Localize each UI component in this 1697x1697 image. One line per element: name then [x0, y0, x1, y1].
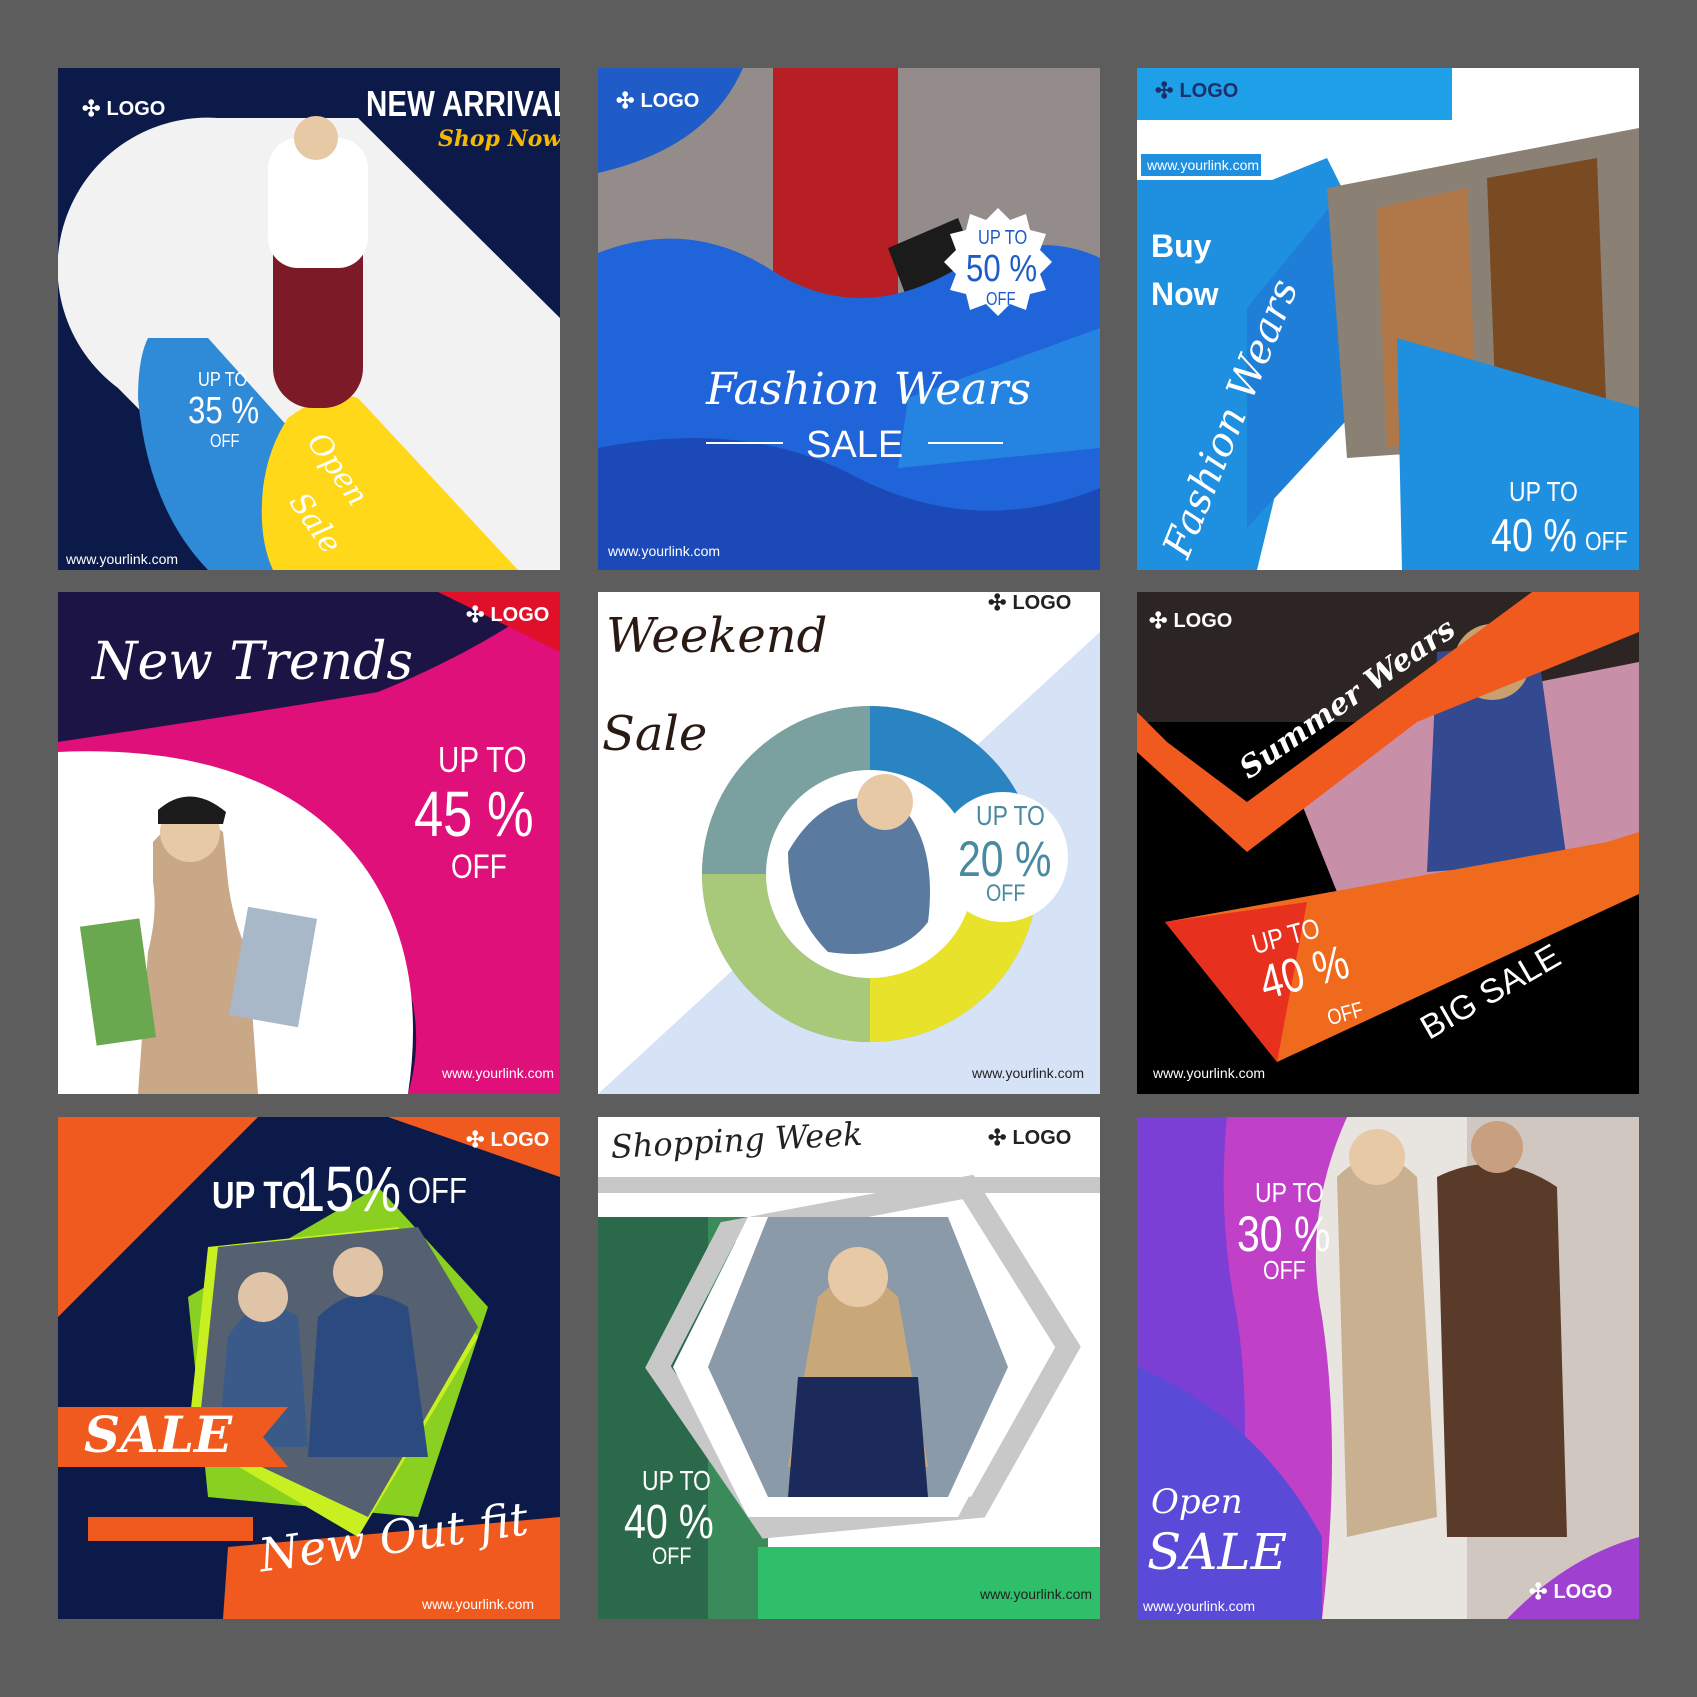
- banner-2-url[interactable]: www.yourlink.com: [608, 544, 720, 558]
- banner-5-url[interactable]: www.yourlink.com: [972, 1066, 1084, 1080]
- banner-2-headline: Fashion Wears: [706, 364, 1032, 415]
- pinwheel-icon: ✣: [616, 88, 635, 113]
- banner-2-badge-post: OFF: [986, 289, 1016, 309]
- pinwheel-icon: ✣: [1529, 1579, 1548, 1604]
- banner-5-headline-sale: Sale: [602, 706, 708, 762]
- banner-7-logo: ✣ LOGO: [466, 1127, 550, 1152]
- banner-3-discount-pre: UP TO: [1509, 476, 1578, 507]
- banner-4-discount-pre: UP TO: [438, 739, 527, 780]
- banner-8-discount-value: 40 %: [624, 1496, 714, 1549]
- banner-9-headline-open: Open: [1151, 1482, 1243, 1522]
- banner-1-discount-pre: UP TO: [198, 369, 248, 391]
- banner-1-headline: NEW ARRIVALS: [366, 83, 560, 124]
- pinwheel-icon: ✣: [988, 1125, 1007, 1150]
- banner-5-logo: ✣ LOGO: [988, 592, 1072, 615]
- banner-4-headline: New Trends: [92, 632, 414, 692]
- banner-3-logo: ✣ LOGO: [1155, 78, 1239, 103]
- banner-9-discount-value: 30 %: [1237, 1206, 1331, 1262]
- banner-5-headline-weekend: Weekend: [606, 608, 828, 664]
- banner-new-trends[interactable]: ✣ LOGO New Trends UP TO 45 % OFF www.you…: [58, 592, 560, 1094]
- pinwheel-icon: ✣: [466, 1127, 485, 1152]
- banner-fashion-wears-sale[interactable]: ✣ LOGO UP TO 50 % OFF Fashion Wears SALE…: [598, 68, 1100, 570]
- banner-1-discount-value: 35 %: [188, 390, 260, 432]
- banner-5-discount-post: OFF: [986, 880, 1026, 907]
- banner-new-arrivals[interactable]: ✣ LOGO NEW ARRIVALS Shop Now UP TO 35 % …: [58, 68, 560, 570]
- banner-7-ribbon: SALE: [84, 1405, 233, 1464]
- banner-7-headline-post: OFF: [408, 1170, 468, 1211]
- banner-9-discount-pre: UP TO: [1255, 1177, 1324, 1208]
- pinwheel-icon: ✣: [1155, 78, 1174, 103]
- banner-2-badge-pre: UP TO: [978, 227, 1028, 249]
- banner-weekend-sale[interactable]: ✣ LOGO Weekend Sale UP TO 20 % OFF www.y…: [598, 592, 1100, 1094]
- banner-4-discount-value: 45 %: [414, 778, 534, 850]
- banner-2-badge-value: 50 %: [966, 248, 1038, 290]
- banner-4-discount-post: OFF: [451, 848, 507, 886]
- banner-template-board: ✣ LOGO NEW ARRIVALS Shop Now UP TO 35 % …: [0, 0, 1697, 1697]
- banner-3-cta-buy: Buy: [1151, 228, 1212, 264]
- banner-open-sale[interactable]: UP TO 30 % OFF Open SALE ✣ LOGO www.your…: [1137, 1117, 1639, 1619]
- banner-6-url[interactable]: www.yourlink.com: [1153, 1066, 1265, 1080]
- banner-8-url[interactable]: www.yourlink.com: [980, 1587, 1092, 1601]
- banner-8-logo: ✣ LOGO: [988, 1125, 1072, 1150]
- banner-6-logo: ✣ LOGO: [1149, 608, 1233, 633]
- banner-7-headline-value: 15%: [296, 1153, 402, 1225]
- banner-3-cta-now: Now: [1151, 276, 1219, 312]
- banner-9-logo: ✣ LOGO: [1529, 1579, 1613, 1604]
- banner-8-discount-pre: UP TO: [642, 1465, 711, 1496]
- banner-1-tagline: Shop Now: [438, 126, 560, 152]
- pinwheel-icon: ✣: [1149, 608, 1168, 633]
- pinwheel-icon: ✣: [466, 602, 485, 627]
- banner-5-discount-pre: UP TO: [976, 800, 1045, 831]
- pinwheel-icon: ✣: [988, 592, 1007, 615]
- banner-9-url[interactable]: www.yourlink.com: [1143, 1599, 1255, 1613]
- banner-2-background: [598, 68, 1100, 570]
- pinwheel-icon: ✣: [82, 96, 101, 121]
- banner-9-headline-sale: SALE: [1147, 1523, 1288, 1581]
- banner-4-url[interactable]: www.yourlink.com: [442, 1066, 554, 1080]
- banner-buy-now-fashion[interactable]: ✣ LOGO www.yourlink.com Buy Now Fashion …: [1137, 68, 1639, 570]
- banner-shopping-week[interactable]: ✣ LOGO Shopping Week UP TO 40 % OFF www.…: [598, 1117, 1100, 1619]
- banner-9-discount-post: OFF: [1263, 1255, 1306, 1285]
- banner-4-logo: ✣ LOGO: [466, 602, 550, 627]
- banner-8-discount-post: OFF: [652, 1543, 692, 1570]
- banner-summer-wears[interactable]: ✣ LOGO Summer Wears UP TO 40 % OFF BIG S…: [1137, 592, 1639, 1094]
- banner-3-url-top[interactable]: www.yourlink.com: [1147, 158, 1259, 172]
- banner-7-headline-pre: UP TO: [212, 1175, 307, 1217]
- banner-1-discount-post: OFF: [210, 431, 240, 451]
- banner-5-discount-value: 20 %: [958, 831, 1052, 887]
- banner-2-subline: SALE: [806, 424, 904, 466]
- banner-3-discount-post: OFF: [1585, 526, 1628, 556]
- banner-2-logo: ✣ LOGO: [616, 88, 700, 113]
- banner-3-discount-value: 40 %: [1491, 509, 1577, 561]
- banner-7-url[interactable]: www.yourlink.com: [422, 1597, 534, 1611]
- banner-1-logo: ✣ LOGO: [82, 96, 166, 121]
- banner-new-outfit[interactable]: ✣ LOGO UP TO 15% OFF SALE New Out fit ww…: [58, 1117, 560, 1619]
- banner-1-url[interactable]: www.yourlink.com: [66, 552, 178, 566]
